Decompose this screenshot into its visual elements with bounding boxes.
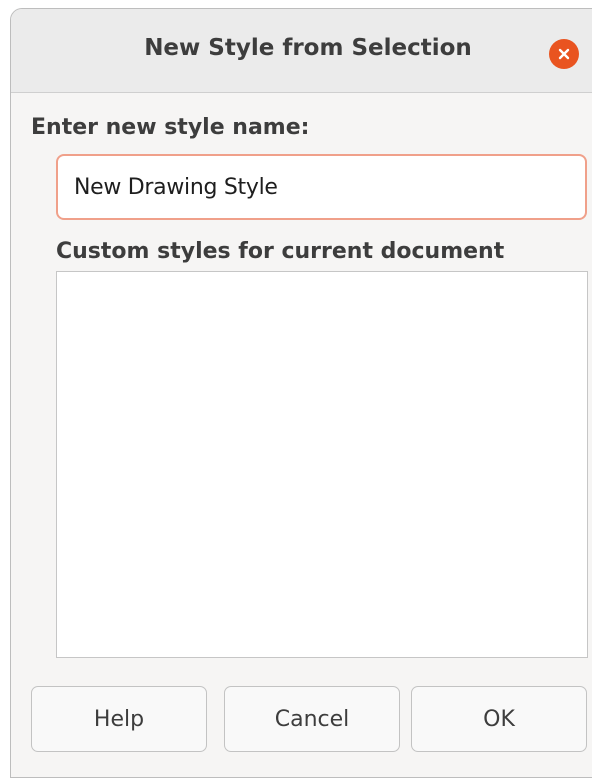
style-name-input[interactable] [56,154,587,220]
ok-button[interactable]: OK [411,686,587,752]
custom-styles-list[interactable] [56,271,588,658]
help-button[interactable]: Help [31,686,207,752]
new-style-dialog: New Style from Selection Enter new style… [10,8,592,778]
close-button[interactable] [549,39,579,69]
dialog-title: New Style from Selection [144,35,472,61]
custom-styles-label: Custom styles for current document [56,239,505,264]
close-icon [558,48,570,60]
cancel-button[interactable]: Cancel [224,686,400,752]
title-bar: New Style from Selection [11,9,592,93]
style-name-label: Enter new style name: [31,115,310,140]
